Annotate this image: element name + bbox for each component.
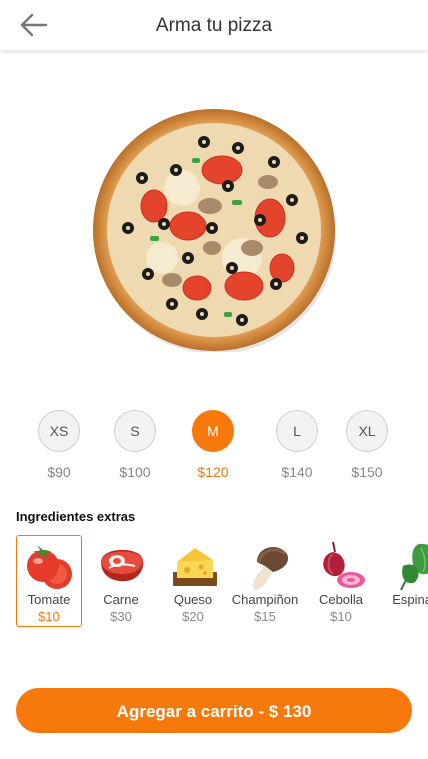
- size-price: $150: [351, 464, 383, 480]
- size-circle[interactable]: XS: [38, 410, 80, 452]
- mushroom-icon: [252, 547, 289, 590]
- size-option-m[interactable]: M $120: [192, 410, 234, 480]
- ingredient-name: Espinaca: [392, 592, 428, 607]
- size-circle[interactable]: XL: [346, 410, 388, 452]
- spinach-icon: [400, 543, 428, 591]
- extras-section-title: Ingredientes extras: [16, 509, 136, 524]
- size-option-s[interactable]: S $100: [114, 410, 156, 480]
- extras-list[interactable]: Tomate $10 Carne $30 Queso $20 Champiñon…: [16, 535, 428, 627]
- steak-icon: [101, 549, 144, 582]
- size-circle[interactable]: M: [192, 410, 234, 452]
- page-title: Arma tu pizza: [155, 15, 273, 36]
- size-price: $120: [197, 464, 229, 480]
- tomato-icon: [27, 545, 72, 589]
- size-price: $100: [119, 464, 151, 480]
- ingredient-price: $10: [330, 609, 352, 624]
- add-to-cart-button[interactable]: Agregar a carrito - $ 130: [16, 688, 412, 733]
- size-circle[interactable]: S: [114, 410, 156, 452]
- app-header: Arma tu pizza: [0, 0, 428, 50]
- size-circle[interactable]: L: [276, 410, 318, 452]
- size-option-xs[interactable]: XS $90: [38, 410, 80, 480]
- ingredient-espinaca[interactable]: Espinaca: [386, 535, 428, 627]
- cheese-icon: [173, 548, 217, 586]
- size-price: $90: [47, 464, 71, 480]
- size-option-l[interactable]: L $140: [276, 410, 318, 480]
- pizza-image: [92, 108, 336, 354]
- size-option-xl[interactable]: XL $150: [346, 410, 388, 480]
- onion-icon: [323, 541, 365, 588]
- ingredient-cebolla[interactable]: Cebolla $10: [308, 535, 374, 627]
- size-price: $140: [281, 464, 313, 480]
